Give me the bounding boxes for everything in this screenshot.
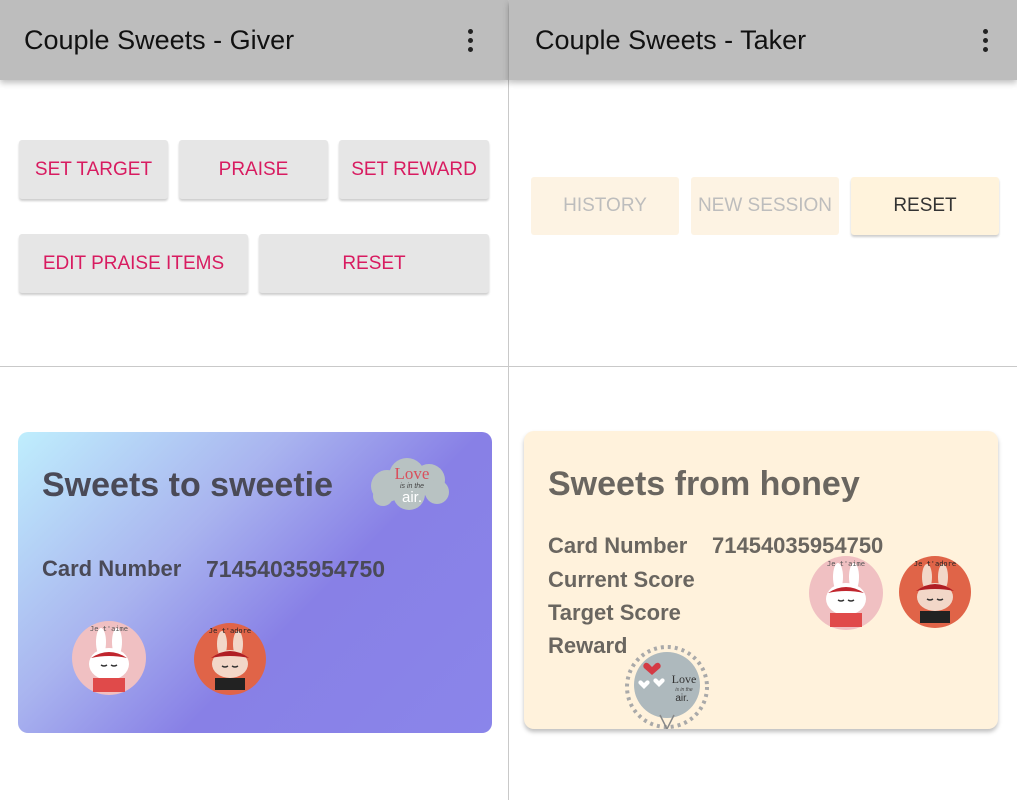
svg-text:air.: air. [675, 693, 688, 704]
svg-text:Je t'adore: Je t'adore [209, 627, 251, 635]
taker-app-bar: Couple Sweets - Taker [509, 0, 1017, 80]
pane-divider-vertical [508, 0, 509, 800]
new-session-button[interactable]: NEW SESSION [691, 177, 839, 235]
taker-reset-button[interactable]: RESET [851, 177, 999, 235]
svg-text:Je t'adore: Je t'adore [914, 560, 956, 568]
taker-card: Sweets from honey Card Number 7145403595… [524, 431, 998, 729]
taker-app-title: Couple Sweets - Taker [535, 24, 807, 55]
praise-button[interactable]: PRAISE [179, 140, 328, 199]
set-reward-button[interactable]: SET REWARD [339, 140, 489, 199]
giver-card-number: 71454035954750 [206, 556, 386, 582]
edit-praise-items-button[interactable]: EDIT PRAISE ITEMS [19, 234, 248, 293]
more-vert-icon[interactable] [450, 10, 490, 70]
set-target-button[interactable]: SET TARGET [19, 140, 168, 199]
je-tadore-sticker: Je t'adore [194, 623, 266, 695]
giver-app-title: Couple Sweets - Giver [24, 24, 295, 55]
love-balloon-sticker: Love is in the air. [625, 645, 709, 729]
love-cloud-sticker: Love is in the air. [371, 458, 449, 510]
target-score-label: Target Score [548, 600, 681, 625]
giver-card-number-label: Card Number [42, 556, 182, 581]
reward-label: Reward [548, 633, 628, 658]
svg-text:air.: air. [402, 489, 422, 506]
je-taime-sticker: Je t'aime [809, 556, 883, 630]
pane-divider-horizontal [0, 366, 1017, 367]
current-score-label: Current Score [548, 567, 695, 592]
giver-app-bar: Couple Sweets - Giver [0, 0, 508, 80]
giver-reset-button[interactable]: RESET [259, 234, 489, 293]
svg-text:Love: Love [395, 464, 430, 483]
je-tadore-sticker: Je t'adore [899, 556, 971, 628]
taker-card-number-label: Card Number [548, 533, 688, 558]
history-button[interactable]: HISTORY [531, 177, 679, 235]
svg-text:Je t'aime: Je t'aime [90, 625, 128, 633]
more-vert-icon[interactable] [965, 10, 1005, 70]
giver-card: Sweets to sweetie Card Number 7145403595… [18, 432, 492, 733]
svg-text:Je t'aime: Je t'aime [827, 560, 865, 568]
je-taime-sticker: Je t'aime [72, 621, 146, 695]
taker-card-title: Sweets from honey [548, 465, 860, 503]
svg-text:Love: Love [672, 672, 697, 686]
giver-card-title: Sweets to sweetie [42, 466, 334, 504]
